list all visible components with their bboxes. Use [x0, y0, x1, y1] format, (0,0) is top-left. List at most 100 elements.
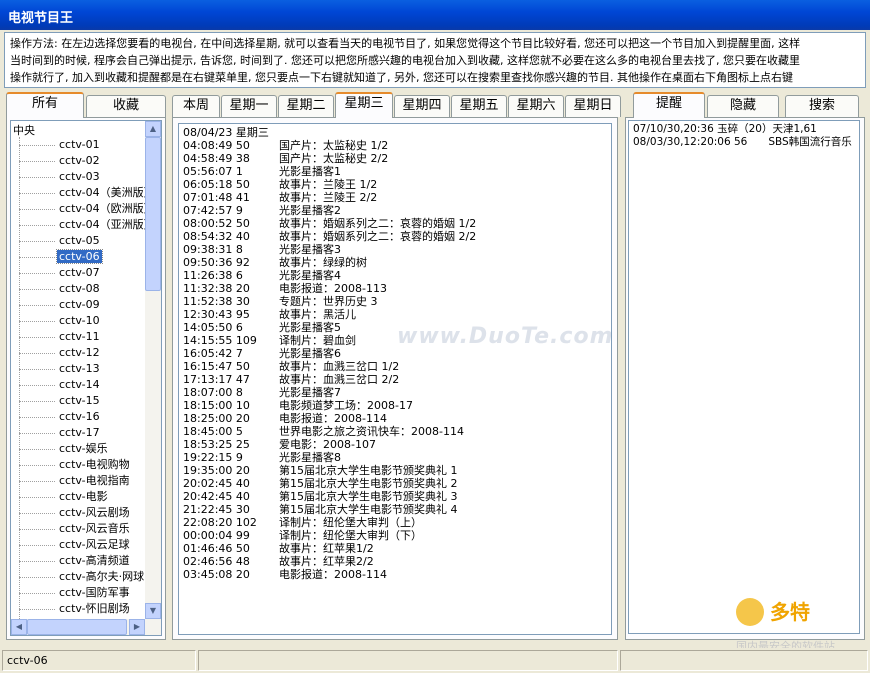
tree-root-central[interactable]: 中央 — [13, 122, 35, 138]
tree-hscrollbar[interactable]: ◀ ▶ — [11, 619, 145, 635]
channel-item[interactable]: cctv-15 — [19, 393, 102, 409]
tab-reminder[interactable]: 提醒 — [633, 92, 705, 118]
channel-item[interactable]: cctv-13 — [19, 361, 102, 377]
schedule-time: 05:56:07 1 — [183, 165, 243, 178]
channel-item[interactable]: cctv-16 — [19, 409, 102, 425]
channel-item[interactable]: cctv-风云音乐 — [19, 521, 132, 537]
channel-item[interactable]: cctv-04（亚洲版） — [19, 217, 157, 233]
schedule-row[interactable]: 09:50:36 92 故事片：绿绿的树 — [183, 256, 367, 269]
schedule-row[interactable]: 04:58:49 38 国产片：太监秘史 2/2 — [183, 152, 388, 165]
schedule-row[interactable]: 22:08:20 102 译制片：纽伦堡大审判（上） — [183, 516, 422, 529]
channel-item[interactable]: cctv-04（美洲版） — [19, 185, 157, 201]
scroll-left-button[interactable]: ◀ — [11, 619, 27, 635]
tab-favorites[interactable]: 收藏 — [86, 95, 166, 117]
channel-item-label: cctv-07 — [59, 266, 100, 279]
channel-item[interactable]: cctv-风云足球 — [19, 537, 132, 553]
schedule-program: 光影星播客6 — [279, 347, 341, 360]
schedule-row[interactable]: 18:53:25 25 爱电影：2008-107 — [183, 438, 376, 451]
channel-item[interactable]: cctv-06 — [19, 249, 103, 265]
reminder-item[interactable]: 08/03/30,12:20:06 56 SBS韩国流行音乐 — [633, 136, 852, 149]
schedule-row[interactable]: 04:08:49 50 国产片：太监秘史 1/2 — [183, 139, 388, 152]
channel-item[interactable]: cctv-17 — [19, 425, 102, 441]
schedule-row[interactable]: 00:00:04 99 译制片：纽伦堡大审判（下） — [183, 529, 422, 542]
channel-item[interactable]: cctv-电视指南 — [19, 473, 132, 489]
schedule-program: 电影频道梦工场：2008-17 — [279, 399, 413, 412]
channel-item[interactable]: cctv-电视购物 — [19, 457, 132, 473]
channel-item[interactable]: cctv-05 — [19, 233, 102, 249]
scroll-thumb[interactable] — [145, 137, 161, 291]
tab-search[interactable]: 搜索 — [785, 95, 859, 117]
schedule-row[interactable]: 20:42:45 40 第15届北京大学生电影节颁奖典礼 3 — [183, 490, 458, 503]
schedule-row[interactable]: 11:52:38 30 专题片：世界历史 3 — [183, 295, 378, 308]
channel-item[interactable]: cctv-风云剧场 — [19, 505, 132, 521]
schedule-row[interactable]: 09:38:31 8 光影星播客3 — [183, 243, 341, 256]
channel-item[interactable]: cctv-04（欧洲版） — [19, 201, 157, 217]
schedule-row[interactable]: 08:54:32 40 故事片：婚姻系列之二：哀蓉的婚姻 2/2 — [183, 230, 476, 243]
schedule-row[interactable]: 14:15:55 109 译制片：碧血剑 — [183, 334, 356, 347]
channel-tree[interactable]: 中央 cctv-01 cctv-02 cctv-03 cctv-04（美洲版） cctv… — [10, 120, 162, 636]
tab-day-4[interactable]: 星期四 — [394, 95, 450, 117]
tab-day-3[interactable]: 星期三 — [335, 92, 393, 118]
schedule-row[interactable]: 07:42:57 9 光影星播客2 — [183, 204, 341, 217]
tree-connector — [19, 176, 55, 178]
schedule-row[interactable]: 03:45:08 20 电影报道：2008-114 — [183, 568, 387, 581]
tab-day-5[interactable]: 星期五 — [451, 95, 507, 117]
schedule-row[interactable]: 14:05:50 6 光影星播客5 — [183, 321, 341, 334]
schedule-program: 光影星播客2 — [279, 204, 341, 217]
schedule-row[interactable]: 19:35:00 20 第15届北京大学生电影节颁奖典礼 1 — [183, 464, 458, 477]
tab-all[interactable]: 所有 — [6, 92, 84, 118]
schedule-list[interactable]: 08/04/23 星期三 04:08:49 50 国产片：太监秘史 1/2 04:5… — [178, 123, 612, 635]
channel-item[interactable]: cctv-14 — [19, 377, 102, 393]
channel-item[interactable]: cctv-电影 — [19, 489, 110, 505]
schedule-row[interactable]: 18:07:00 8 光影星播客7 — [183, 386, 341, 399]
schedule-row[interactable]: 06:05:18 50 故事片：兰陵王 1/2 — [183, 178, 377, 191]
schedule-row[interactable]: 11:32:38 20 电影报道：2008-113 — [183, 282, 387, 295]
schedule-row[interactable]: 18:25:00 20 电影报道：2008-114 — [183, 412, 387, 425]
channel-item[interactable]: cctv-11 — [19, 329, 102, 345]
channel-item[interactable]: cctv-12 — [19, 345, 102, 361]
schedule-row[interactable]: 12:30:43 95 故事片：黑活儿 — [183, 308, 356, 321]
channel-item[interactable]: cctv-01 — [19, 137, 102, 153]
tab-hidden[interactable]: 隐藏 — [707, 95, 779, 117]
channel-item[interactable]: cctv-怀旧剧场 — [19, 601, 132, 617]
tab-day-0[interactable]: 本周 — [172, 95, 220, 117]
schedule-row[interactable]: 18:15:00 10 电影频道梦工场：2008-17 — [183, 399, 413, 412]
channel-item[interactable]: cctv-高清频道 — [19, 553, 132, 569]
reminder-item[interactable]: 07/10/30,20:36 玉碎（20）天津1,61 — [633, 123, 817, 136]
channel-item[interactable]: cctv-08 — [19, 281, 102, 297]
schedule-time: 09:50:36 92 — [183, 256, 250, 269]
schedule-row[interactable]: 05:56:07 1 光影星播客1 — [183, 165, 341, 178]
tab-hidden-label: 隐藏 — [729, 98, 756, 113]
schedule-row[interactable]: 19:22:15 9 光影星播客8 — [183, 451, 341, 464]
channel-item[interactable]: cctv-娱乐 — [19, 441, 110, 457]
channel-item[interactable]: cctv-09 — [19, 297, 102, 313]
tab-day-7[interactable]: 星期日 — [565, 95, 621, 117]
schedule-row[interactable]: 02:46:56 48 故事片：红苹果2/2 — [183, 555, 374, 568]
channel-item[interactable]: cctv-03 — [19, 169, 102, 185]
schedule-row[interactable]: 07:01:48 41 故事片：兰陵王 2/2 — [183, 191, 377, 204]
channel-item[interactable]: cctv-02 — [19, 153, 102, 169]
channel-item[interactable]: cctv-国防军事 — [19, 585, 132, 601]
schedule-row[interactable]: 16:15:47 50 故事片：血溅三岔口 1/2 — [183, 360, 399, 373]
reminder-list[interactable]: 07/10/30,20:36 玉碎（20）天津1,61 08/03/30,12:… — [628, 120, 860, 634]
schedule-row[interactable]: 11:26:38 6 光影星播客4 — [183, 269, 341, 282]
tree-vscrollbar[interactable]: ▲ ▼ — [145, 121, 161, 635]
schedule-row[interactable]: 16:05:42 7 光影星播客6 — [183, 347, 341, 360]
channel-item[interactable]: cctv-07 — [19, 265, 102, 281]
schedule-row[interactable]: 01:46:46 50 故事片：红苹果1/2 — [183, 542, 374, 555]
schedule-row[interactable]: 17:13:17 47 故事片：血溅三岔口 2/2 — [183, 373, 399, 386]
schedule-row[interactable]: 20:02:45 40 第15届北京大学生电影节颁奖典礼 2 — [183, 477, 458, 490]
tree-connector — [19, 352, 55, 354]
scroll-right-button[interactable]: ▶ — [129, 619, 145, 635]
schedule-row[interactable]: 21:22:45 30 第15届北京大学生电影节颁奖典礼 4 — [183, 503, 458, 516]
channel-item[interactable]: cctv-高尔夫·网球 — [19, 569, 146, 585]
tab-day-2[interactable]: 星期二 — [278, 95, 334, 117]
scroll-down-button[interactable]: ▼ — [145, 603, 161, 619]
channel-item[interactable]: cctv-10 — [19, 313, 102, 329]
scroll-up-button[interactable]: ▲ — [145, 121, 161, 137]
tab-day-1[interactable]: 星期一 — [221, 95, 277, 117]
tab-day-6[interactable]: 星期六 — [508, 95, 564, 117]
schedule-row[interactable]: 18:45:00 5 世界电影之旅之资讯快车：2008-114 — [183, 425, 464, 438]
hscroll-thumb[interactable] — [27, 619, 127, 635]
schedule-row[interactable]: 08:00:52 50 故事片：婚姻系列之二：哀蓉的婚姻 1/2 — [183, 217, 476, 230]
